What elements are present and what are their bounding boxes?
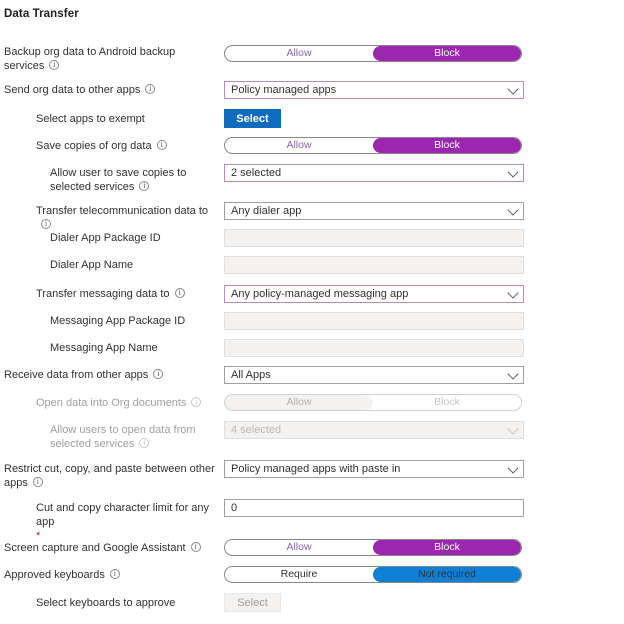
dropdown-receive-data[interactable]: All Apps [224, 366, 524, 384]
chevron-down-icon [507, 423, 519, 435]
dropdown-transfer-messaging[interactable]: Any policy-managed messaging app [224, 285, 524, 303]
select-keyboards-button: Select [224, 593, 281, 612]
toggle-save-copies[interactable]: Allow Block [224, 137, 522, 154]
dropdown-value: Policy managed apps [231, 84, 337, 96]
toggle-option-not-required[interactable]: Not required [373, 567, 521, 582]
dropdown-value: Policy managed apps with paste in [231, 463, 401, 475]
label-messaging-app-name: Messaging App Name [50, 342, 158, 354]
chevron-down-icon [507, 166, 519, 178]
dropdown-value: Any policy-managed messaging app [231, 288, 409, 300]
toggle-option-block[interactable]: Block [373, 46, 521, 61]
info-icon[interactable] [145, 83, 156, 94]
input-dialer-app-name[interactable] [224, 256, 524, 274]
input-dialer-package-id[interactable] [224, 229, 524, 247]
input-messaging-app-name[interactable] [224, 339, 524, 357]
page-title: Data Transfer [4, 8, 79, 20]
dropdown-allow-open-selected-services: 4 selected [224, 421, 524, 439]
label-transfer-telecom: Transfer telecommunication data to [36, 204, 218, 232]
label-send-org-data: Send org data to other apps [4, 83, 216, 97]
toggle-option-block: Block [434, 396, 460, 408]
dropdown-allow-save-selected-services[interactable]: 2 selected [224, 164, 524, 182]
chevron-down-icon [507, 204, 519, 216]
dropdown-value: 2 selected [231, 167, 282, 179]
input-cut-copy-char-limit[interactable]: 0 [224, 499, 524, 517]
info-icon[interactable] [156, 139, 167, 150]
label-restrict-cut-copy-paste: Restrict cut, copy, and paste between ot… [4, 462, 216, 490]
toggle-option-allow[interactable]: Allow [225, 138, 373, 153]
info-icon[interactable] [153, 368, 164, 379]
dropdown-restrict-cut-copy-paste[interactable]: Policy managed apps with paste in [224, 460, 524, 478]
label-save-copies: Save copies of org data [36, 139, 218, 153]
info-icon[interactable] [32, 476, 43, 487]
label-approved-keyboards: Approved keyboards [4, 568, 216, 582]
label-select-keyboards: Select keyboards to approve [36, 597, 176, 609]
info-icon[interactable] [191, 396, 202, 407]
label-transfer-messaging: Transfer messaging data to [36, 287, 218, 301]
label-allow-save-selected-services: Allow user to save copies to selected se… [50, 166, 220, 194]
label-allow-open-selected-services: Allow users to open data from selected s… [50, 423, 220, 451]
label-messaging-package-id: Messaging App Package ID [50, 315, 186, 327]
dropdown-value: 4 selected [231, 424, 282, 436]
toggle-option-allow[interactable]: Allow [225, 540, 373, 555]
data-transfer-settings-page: Data Transfer Backup org data to Android… [0, 0, 624, 624]
input-messaging-package-id[interactable] [224, 312, 524, 330]
toggle-option-require[interactable]: Require [225, 567, 373, 582]
label-open-data-org-docs: Open data into Org documents [36, 396, 218, 410]
toggle-option-allow[interactable]: Allow [225, 46, 373, 61]
label-backup-org-data: Backup org data to Android backup servic… [4, 45, 216, 73]
info-icon[interactable] [139, 437, 150, 448]
toggle-option-allow: Allow [225, 395, 373, 410]
chevron-down-icon [507, 287, 519, 299]
chevron-down-icon [507, 462, 519, 474]
info-icon[interactable] [109, 568, 120, 579]
label-screen-capture: Screen capture and Google Assistant [4, 541, 216, 555]
chevron-down-icon [507, 83, 519, 95]
toggle-option-block[interactable]: Block [373, 540, 521, 555]
toggle-screen-capture[interactable]: Allow Block [224, 539, 522, 556]
label-dialer-app-name: Dialer App Name [50, 259, 134, 271]
toggle-backup-org-data[interactable]: Allow Block [224, 45, 522, 62]
toggle-open-data-org-docs: Allow Block [224, 394, 522, 411]
label-select-apps-exempt: Select apps to exempt [36, 113, 145, 125]
toggle-option-block[interactable]: Block [373, 138, 521, 153]
toggle-approved-keyboards[interactable]: Require Not required [224, 566, 522, 583]
info-icon[interactable] [190, 541, 201, 552]
info-icon[interactable] [139, 180, 150, 191]
select-apps-button[interactable]: Select [224, 109, 281, 128]
label-cut-copy-char-limit: Cut and copy character limit for any app… [36, 501, 218, 542]
chevron-down-icon [507, 368, 519, 380]
dropdown-value: All Apps [231, 369, 271, 381]
dropdown-send-org-data[interactable]: Policy managed apps [224, 81, 524, 99]
dropdown-transfer-telecom[interactable]: Any dialer app [224, 202, 524, 220]
info-icon[interactable] [174, 287, 185, 298]
info-icon[interactable] [49, 59, 60, 70]
label-receive-data: Receive data from other apps [4, 368, 216, 382]
label-dialer-package-id: Dialer App Package ID [50, 232, 161, 244]
dropdown-value: Any dialer app [231, 205, 302, 217]
info-icon[interactable] [41, 218, 51, 229]
